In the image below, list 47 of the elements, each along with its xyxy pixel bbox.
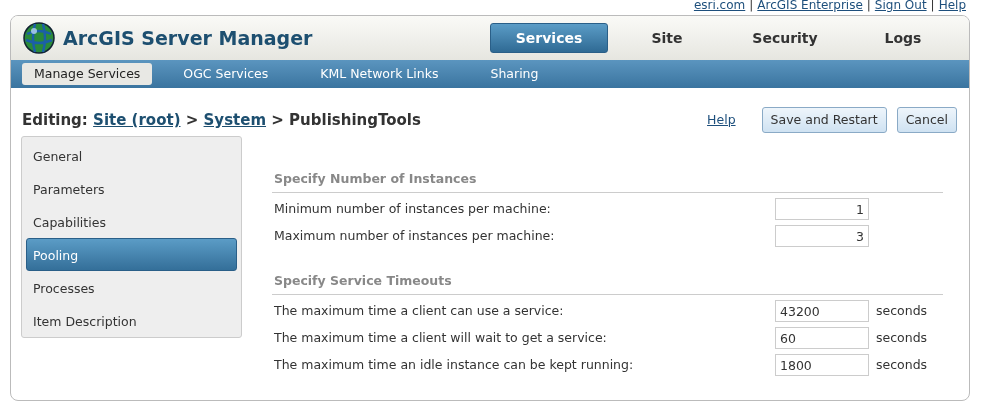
breadcrumb-separator: > [271,110,284,129]
separator-text: | [930,0,935,12]
main-nav-tab[interactable]: Site [608,23,726,53]
field-label: Maximum number of instances per machine: [274,226,556,245]
sub-nav-tab[interactable]: KML Network Links [299,62,460,86]
help-link[interactable]: Help [707,110,736,130]
section-heading: Specify Service Timeouts [272,269,943,295]
sidebar-item[interactable]: Parameters [26,172,237,205]
number-field[interactable]: 1800 [775,354,869,376]
sidebar-item[interactable]: Processes [26,271,237,304]
breadcrumb-link[interactable]: System [203,110,267,129]
sidebar-item[interactable]: Item Description [26,304,237,337]
separator-text: | [866,0,871,12]
unit-label: seconds [875,301,929,320]
breadcrumb-label: Editing: [22,110,88,129]
header-link[interactable]: Help [938,0,966,12]
action-button[interactable]: Cancel [896,106,957,134]
unit-label: seconds [875,328,929,347]
sidebar-item[interactable]: Pooling [26,238,237,271]
action-button[interactable]: Save and Restart [761,106,887,134]
field-label: The maximum time a client will wait to get a service: [274,328,608,347]
main-nav-tab[interactable]: Logs [844,23,962,53]
sidebar-item[interactable]: Capabilities [26,205,237,238]
field-label: The maximum time a client can use a service: [274,301,565,320]
main-nav-tab[interactable]: Security [726,23,844,53]
number-field[interactable]: 60 [775,327,869,349]
number-field[interactable]: 3 [775,225,869,248]
number-field[interactable]: 1 [775,198,869,221]
breadcrumb-current: PublishingTools [289,110,421,129]
globe-logo-icon [23,22,55,54]
main-nav-tab[interactable]: Services [490,23,608,53]
header-link[interactable]: esri.com [693,0,746,12]
breadcrumb-separator: > [185,110,199,129]
section-heading: Specify Number of Instances [272,168,943,193]
field-label: Minimum number of instances per machine: [274,199,552,218]
unit-label: seconds [875,355,929,374]
separator-text: | [749,0,754,12]
breadcrumb-link[interactable]: Site (root) [93,110,181,129]
sidebar-item[interactable]: General [26,139,237,172]
app-title: ArcGIS Server Manager [63,25,313,51]
header-link[interactable]: Sign Out [874,0,927,12]
header-link[interactable]: ArcGIS Enterprise [757,0,863,12]
sub-nav-tab[interactable]: Manage Services [22,62,153,86]
sub-nav-tab[interactable]: Sharing [469,62,560,86]
sub-nav-tab[interactable]: OGC Services [162,62,290,86]
number-field[interactable]: 43200 [775,300,869,322]
field-label: The maximum time an idle instance can be kept running: [274,355,635,374]
